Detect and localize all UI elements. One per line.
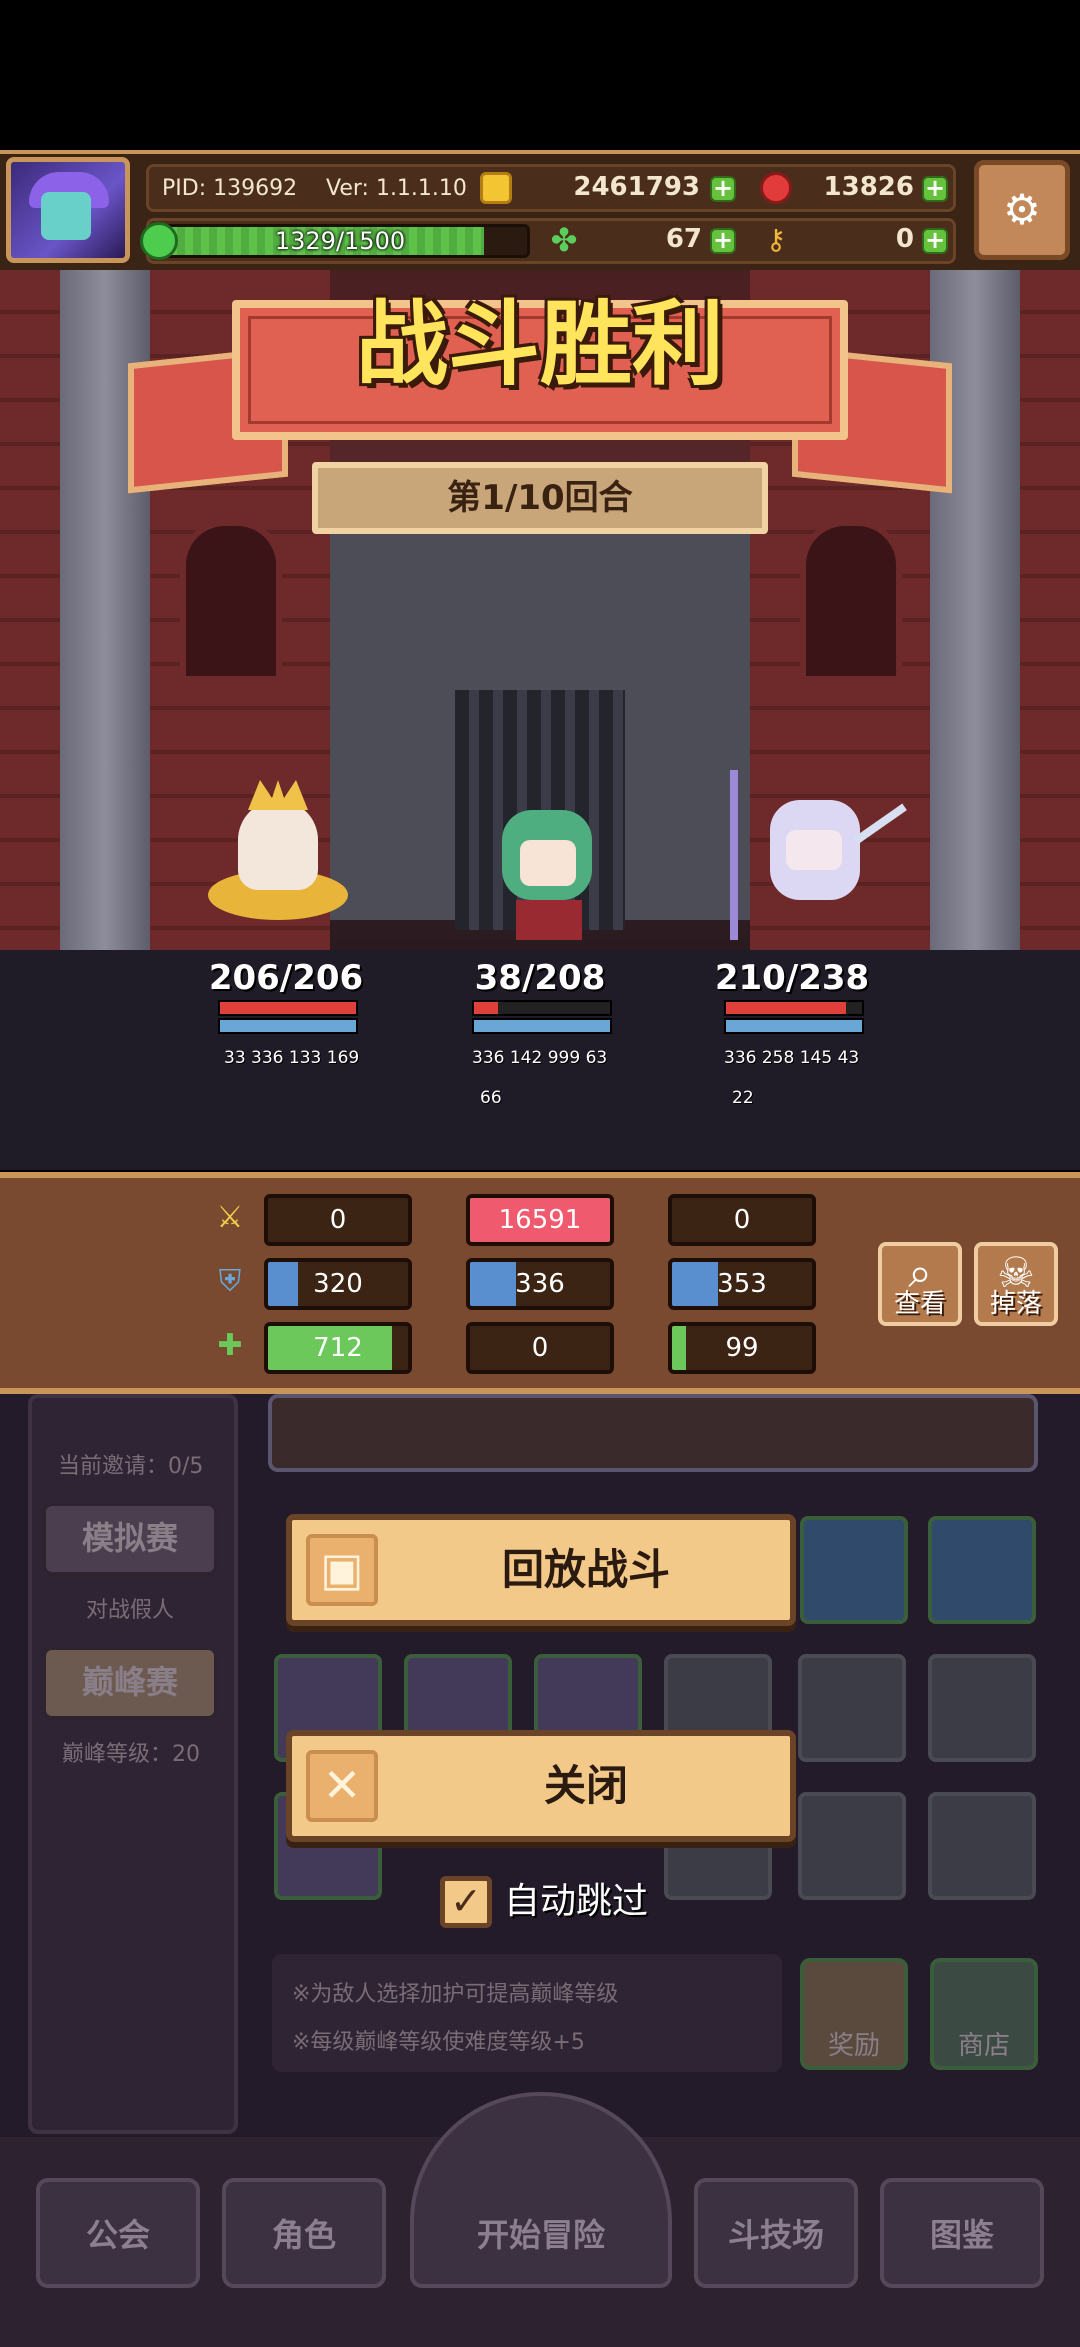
player-id: PID: 139692 [162,176,298,201]
victory-title: 战斗胜利 [355,291,724,398]
round-counter: 第1/10回合 [447,478,633,518]
hero-1-stats: 33 336 133 169 [224,1048,360,1068]
hero-2-hp-bar [472,1000,612,1016]
view-button[interactable]: ⌕ 查看 [878,1242,962,1326]
energy-value: 1329/1500 [274,227,406,255]
defense-value-2: 336 [466,1258,614,1310]
hero-2-hp: 38/208 [474,958,606,998]
key-amount: 0 [895,224,914,254]
key-icon: ⚷ [765,223,787,256]
buff-tile-5-locked[interactable] [798,1654,906,1762]
heal-value-1: 712 [264,1322,412,1374]
hero-3-hp-bar [724,1000,864,1016]
replay-battle-button[interactable]: ▣ 回放战斗 [286,1514,796,1626]
close-button[interactable]: ✕ 关闭 [286,1730,796,1842]
nav-arena-label: 斗技场 [727,2216,824,2254]
close-icon: ✕ [306,1750,378,1822]
hero-2-mana-bar [472,1018,612,1034]
buff-tile-gate[interactable] [928,1516,1036,1624]
nav-start-label: 开始冒险 [476,2216,605,2254]
tip-line-1: ※为敌人选择加护可提高巅峰等级 [292,1982,619,2007]
gold-coin-icon [480,172,512,204]
film-icon: ▣ [306,1534,378,1606]
mock-match-subtitle: 对战假人 [86,1598,175,1623]
shop-button[interactable]: 商店 [930,1958,1038,2070]
energy-icon [140,222,178,260]
hero-1-hp: 206/206 [208,958,364,998]
defense-value-3: 353 [668,1258,816,1310]
settings-button[interactable]: ⚙ [974,160,1070,260]
gold-amount: 2461793 [573,172,700,202]
arena-preview [268,1394,1038,1472]
gem-icon [760,172,792,204]
add-gold-button[interactable]: + [710,176,736,202]
reward-button[interactable]: 奖励 [800,1958,908,2070]
heal-icon: ✚ [217,1328,243,1363]
tip-line-2: ※每级巅峰等级使难度等级+5 [292,2030,585,2055]
hero-2-stats: 336 142 999 63 [472,1048,608,1068]
player-avatar[interactable] [6,157,130,263]
hero-3-stats: 336 258 145 43 [724,1048,860,1068]
hero-3-mana-bar [724,1018,864,1034]
nav-guild-label: 公会 [85,2216,150,2254]
hero-3-hp: 210/238 [714,958,870,998]
hero-2-extra-stat: 66 [480,1088,502,1108]
nav-codex-label: 图鉴 [929,2216,994,2254]
heal-value-2: 0 [466,1322,614,1374]
energy-bar: 1329/1500 [150,224,530,258]
hero-knight-sprite[interactable] [700,760,907,950]
damage-value-1: 0 [264,1194,412,1246]
clover-amount: 67 [665,224,702,254]
buff-tile-shield[interactable] [800,1516,908,1624]
buff-tile-skull-locked[interactable] [798,1792,906,1900]
mock-match-button[interactable]: 模拟赛 [42,1502,218,1576]
hero-priestess-sprite[interactable] [208,780,348,940]
peak-match-button[interactable]: 巅峰赛 [42,1646,218,1720]
damage-value-3: 0 [668,1194,816,1246]
drops-button[interactable]: ☠ 掉落 [974,1242,1058,1326]
gear-icon: ⚙ [1003,185,1041,234]
auto-skip-label: 自动跳过 [504,1881,649,1922]
hero-1-mana-bar [218,1018,358,1034]
add-key-button[interactable]: + [922,228,948,254]
add-gem-button[interactable]: + [922,176,948,202]
hero-3-extra-stat: 22 [732,1088,754,1108]
gem-amount: 13826 [823,172,914,202]
shield-icon: ⛨ [218,1264,242,1299]
auto-skip-checkbox[interactable]: ✓ [440,1876,492,1928]
clover-icon: ✤ [550,221,578,259]
hero-1-hp-bar [218,1000,358,1016]
buff-tile-infinity-locked[interactable] [928,1792,1036,1900]
invite-count: 当前邀请：0/5 [58,1454,204,1479]
damage-icon: ⚔ [216,1200,244,1235]
hero-archer-sprite[interactable] [492,790,612,950]
damage-value-2: 16591 [466,1194,614,1246]
buff-tile-6-locked[interactable] [928,1654,1036,1762]
add-clover-button[interactable]: + [710,228,736,254]
defense-value-1: 320 [264,1258,412,1310]
nav-character-label: 角色 [271,2216,336,2254]
heal-value-3: 99 [668,1322,816,1374]
peak-level: 巅峰等级：20 [62,1742,200,1767]
version-label: Ver: 1.1.1.10 [326,176,467,201]
